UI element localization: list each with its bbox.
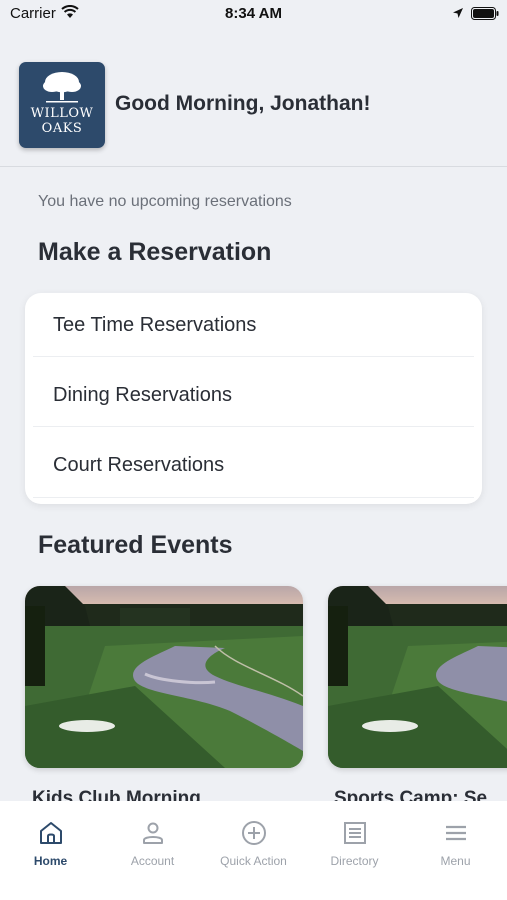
menu-icon: [446, 825, 466, 841]
logo-text-line2: OAKS: [41, 121, 83, 136]
court-reservations-item[interactable]: Court Reservations: [25, 433, 482, 503]
location-arrow-icon: [453, 8, 463, 18]
club-logo: WILLOW OAKS: [19, 62, 105, 148]
greeting-text: Good Morning, Jonathan!: [115, 92, 371, 115]
tab-menu[interactable]: Menu: [405, 801, 506, 881]
plus-circle-icon: [242, 821, 266, 845]
tee-time-reservations-item[interactable]: Tee Time Reservations: [25, 293, 482, 363]
tree-icon: [43, 72, 81, 103]
user-icon: [143, 822, 163, 844]
tab-label: Quick Action: [220, 854, 287, 868]
dining-reservations-item[interactable]: Dining Reservations: [25, 363, 482, 433]
tab-directory[interactable]: Directory: [304, 801, 405, 881]
event-card-sports-camp[interactable]: [328, 586, 507, 768]
status-time: 8:34 AM: [225, 5, 282, 22]
tab-label: Menu: [440, 854, 471, 868]
status-bar: Carrier 8:34 AM: [0, 0, 507, 30]
tab-bar: Home Account Quick Action Directory Menu: [0, 801, 507, 900]
featured-events-title: Featured Events: [38, 531, 233, 559]
tab-quick-action[interactable]: Quick Action: [203, 801, 304, 881]
no-reservations-message: You have no upcoming reservations: [38, 193, 292, 210]
tab-home[interactable]: Home: [0, 801, 101, 881]
reservation-options-card: Tee Time Reservations Dining Reservation…: [25, 293, 482, 504]
event-card-kids-club[interactable]: [25, 586, 303, 768]
event-image: [328, 586, 507, 768]
divider: [33, 497, 474, 498]
header: WILLOW OAKS Good Morning, Jonathan!: [0, 30, 507, 167]
tab-label: Home: [33, 854, 68, 868]
reservation-item-label: Court Reservations: [53, 454, 225, 476]
tab-label: Directory: [330, 854, 379, 868]
divider: [33, 356, 474, 357]
reservation-item-label: Tee Time Reservations: [53, 314, 257, 336]
directory-icon: [344, 822, 366, 844]
event-image: [25, 586, 303, 768]
logo-text-line1: WILLOW: [30, 106, 94, 121]
tab-label: Account: [130, 854, 175, 868]
reservation-item-label: Dining Reservations: [53, 384, 232, 406]
battery-icon: [471, 7, 499, 20]
home-icon: [40, 822, 62, 844]
make-reservation-title: Make a Reservation: [38, 238, 272, 266]
divider: [33, 426, 474, 427]
tab-account[interactable]: Account: [102, 801, 203, 881]
